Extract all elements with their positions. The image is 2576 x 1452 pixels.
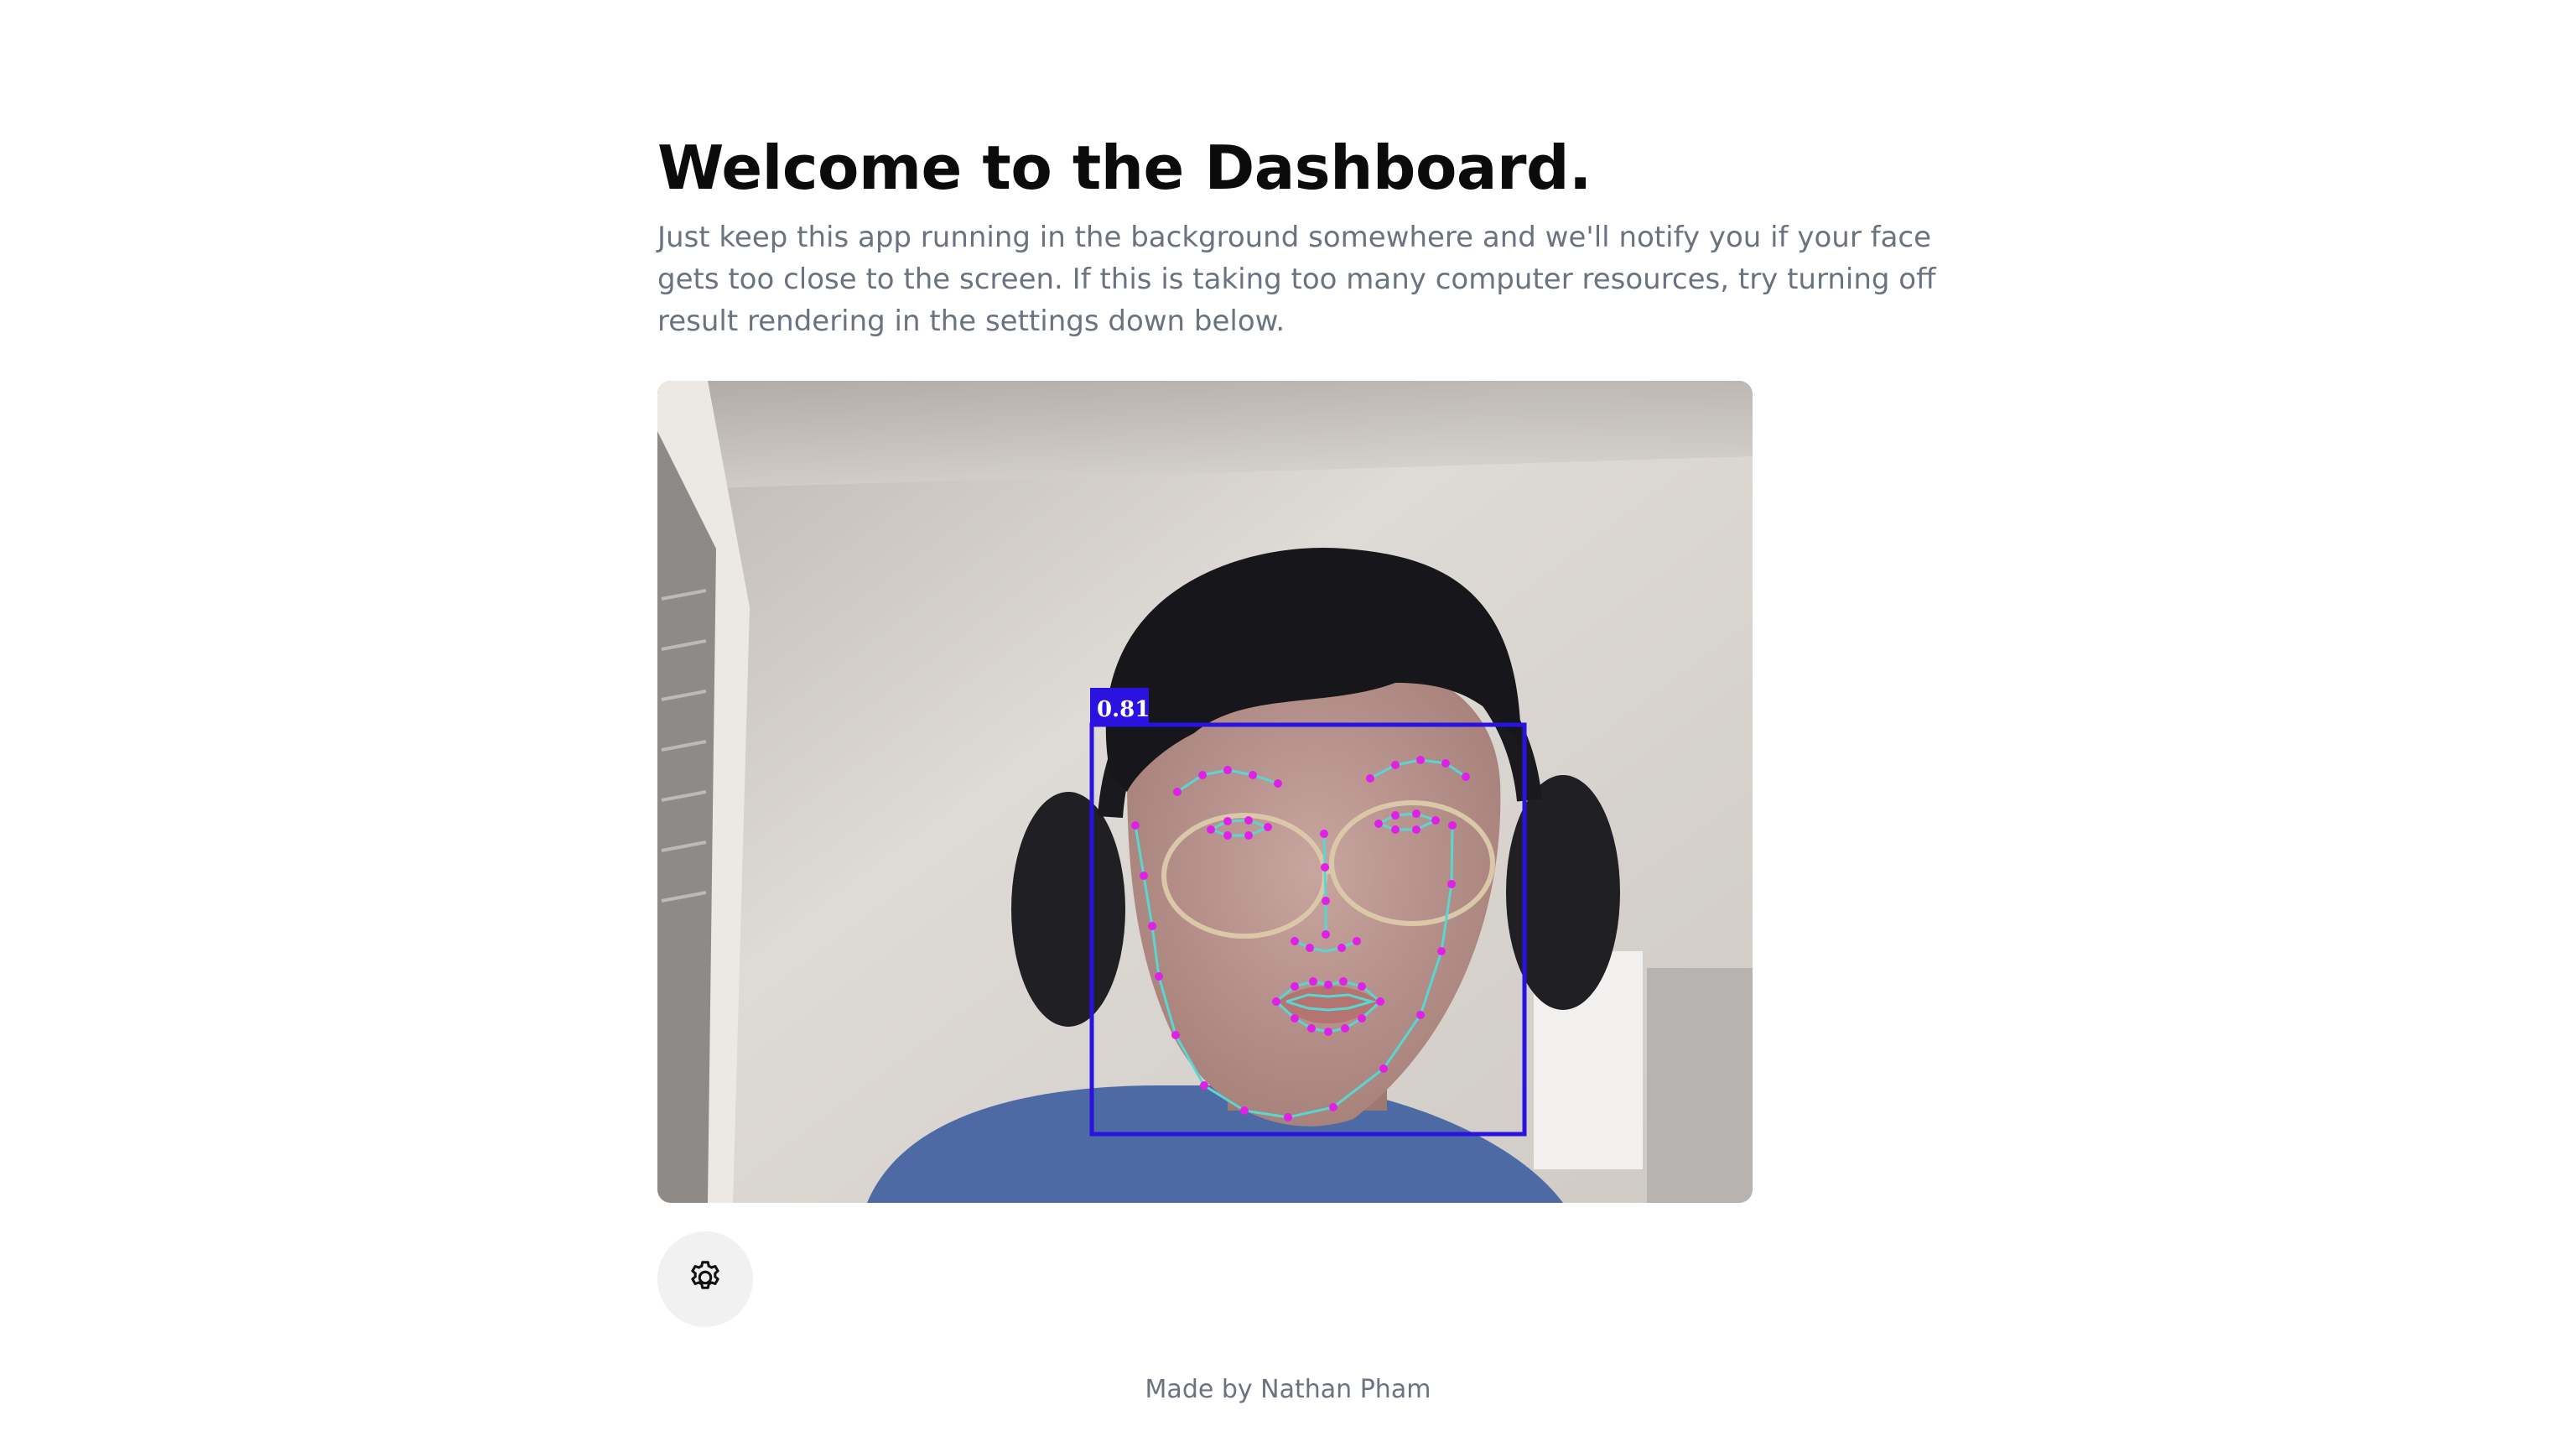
webcam-image: 0.81 [657, 381, 1753, 1203]
settings-button[interactable] [657, 1231, 753, 1327]
gear-icon [686, 1258, 724, 1300]
confidence-label: 0.81 [1097, 697, 1150, 722]
page-description: Just keep this app running in the backgr… [657, 221, 1936, 338]
header: Welcome to the Dashboard. Just keep this… [657, 126, 1949, 342]
footer-credit: Made by Nathan Pham [1145, 1375, 1431, 1404]
webcam-feed: 0.81 [657, 381, 1753, 1203]
page-title: Welcome to the Dashboard. [657, 133, 1592, 203]
